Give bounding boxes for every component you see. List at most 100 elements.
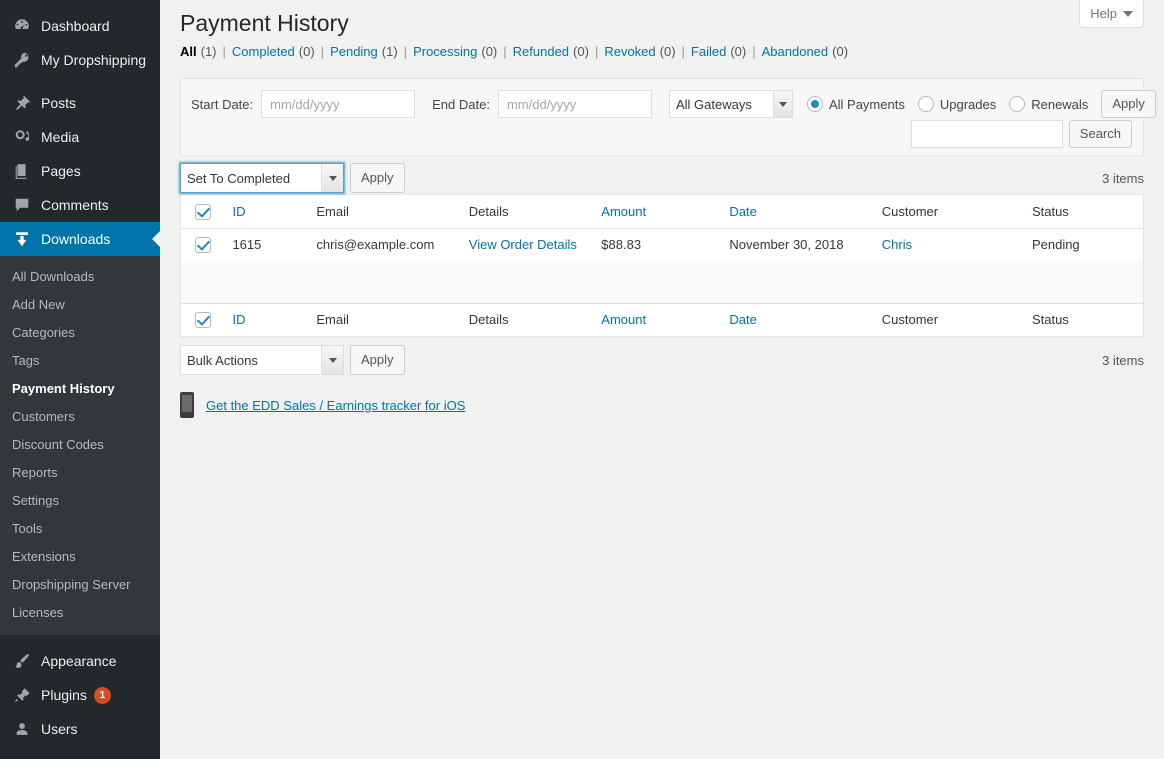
sort-link-id-footer[interactable]: ID [232,312,245,327]
sidebar-item-plugins[interactable]: Plugins 1 [0,678,160,712]
column-footer-id: ID [222,302,307,337]
status-filter-processing: Processing (0) | [413,42,513,62]
status-filter-link[interactable]: Abandoned [762,42,829,62]
pages-icon [12,161,32,181]
submenu-item-discount-codes[interactable]: Discount Codes [0,431,160,459]
edd-ios-tracker-link[interactable]: Get the EDD Sales / Earnings tracker for… [206,398,465,413]
sidebar-item-label: Comments [41,197,109,213]
sidebar-item-appearance[interactable]: Appearance [0,644,160,678]
submenu-item-add-new[interactable]: Add New [0,291,160,319]
submenu-item-licenses[interactable]: Licenses [0,599,160,627]
main-content: Help Payment History All (1) | Completed… [160,0,1164,759]
row-checkbox[interactable] [195,237,211,254]
status-filter-link[interactable]: Processing [413,42,477,62]
empty-cell [180,261,223,304]
comment-icon [12,195,32,215]
end-date-input[interactable] [497,90,652,118]
sort-link-date-footer[interactable]: Date [729,312,756,327]
sort-link-id[interactable]: ID [232,204,245,219]
bulk-action-select-wrapper-bottom: Bulk Actions [180,345,344,376]
radio-label: All Payments [828,96,905,112]
submenu-item-payment-history[interactable]: Payment History [0,375,160,403]
submenu-item-categories[interactable]: Categories [0,319,160,347]
media-icon [12,127,32,147]
submenu-item-tags[interactable]: Tags [0,347,160,375]
status-filter-count: (0) [730,44,747,59]
search-button[interactable]: Search [1068,120,1132,148]
sort-link-amount-footer[interactable]: Amount [601,312,646,327]
table-row[interactable]: 1615 chris@example.com View Order Detail… [181,228,1144,261]
customer-link[interactable]: Chris [882,237,912,252]
status-filter-link[interactable]: Revoked [604,42,655,62]
status-filter-count: (0) [659,44,676,59]
status-filter-count: (1) [200,44,217,59]
column-footer-amount: Amount [591,302,720,337]
submenu-item-all-downloads[interactable]: All Downloads [0,263,160,291]
help-tab-button[interactable]: Help [1079,0,1144,28]
sidebar-item-posts[interactable]: Posts [0,86,160,120]
submenu-item-customers[interactable]: Customers [0,403,160,431]
submenu-item-reports[interactable]: Reports [0,459,160,487]
sidebar-item-users[interactable]: Users [0,712,160,746]
sort-link-date[interactable]: Date [729,204,756,219]
status-filter-link[interactable]: Pending [330,42,378,62]
edd-ios-promo: Get the EDD Sales / Earnings tracker for… [180,392,1144,419]
status-filter-link[interactable]: All [180,42,197,62]
sidebar-item-label: Users [41,721,78,737]
sidebar-top-spacer [0,0,160,9]
sidebar-item-dashboard[interactable]: Dashboard [0,9,160,43]
separator: | [320,44,325,59]
status-filter-link[interactable]: Refunded [513,42,569,62]
items-count-bottom: 3 items [1102,352,1144,368]
sort-link-amount[interactable]: Amount [601,204,646,219]
sidebar-item-label: My Dropshipping [41,52,147,68]
start-date-input[interactable] [261,90,416,118]
submenu-item-extensions[interactable]: Extensions [0,543,160,571]
radio-item-all-payments[interactable]: All Payments [806,96,915,112]
submenu-item-dropshipping-server[interactable]: Dropshipping Server [0,571,160,599]
key-icon [12,50,32,70]
submenu-item-tools[interactable]: Tools [0,515,160,543]
bulk-action-select-top[interactable]: Set To Completed [180,163,344,193]
status-filter-link[interactable]: Completed [232,42,295,62]
select-all-footer [180,302,223,337]
bulk-apply-button-bottom[interactable]: Apply [350,345,405,376]
status-filter-abandoned: Abandoned (0) [762,42,848,62]
sidebar-item-pages[interactable]: Pages [0,154,160,188]
sidebar-item-downloads[interactable]: Downloads [0,222,160,256]
radio-all-payments[interactable] [806,96,823,112]
sidebar-item-media[interactable]: Media [0,120,160,154]
select-all-checkbox-bottom[interactable] [195,312,211,329]
cell-status: Pending [1031,237,1080,253]
bulk-action-select-bottom[interactable]: Bulk Actions [180,345,344,376]
submenu-item-settings[interactable]: Settings [0,487,160,515]
select-all-header [180,194,223,229]
tablenav-bottom: Bulk Actions Apply 3 items [180,344,1144,376]
bulk-apply-button-top[interactable]: Apply [350,163,405,193]
radio-renewals[interactable] [1009,96,1026,112]
cell-date: November 30, 2018 [729,237,844,253]
sidebar-item-label: Pages [41,163,81,179]
table-head: ID Email Details Amount Date Customer St… [180,194,1144,229]
radio-upgrades[interactable] [917,96,934,112]
search-input[interactable] [910,120,1063,148]
status-filter-link[interactable]: Failed [691,42,726,62]
cell-email: chris@example.com [316,237,435,253]
status-filter-revoked: Revoked (0) | [604,42,691,62]
download-icon [12,229,32,249]
filter-row: Start Date: End Date: All Gateways All P… [191,90,1156,118]
gateway-select[interactable]: All Gateways [668,90,793,118]
status-filter-refunded: Refunded (0) | [513,42,605,62]
sidebar-item-my-dropshipping[interactable]: My Dropshipping [0,43,160,77]
select-all-checkbox-top[interactable] [195,203,211,220]
radio-item-upgrades[interactable]: Upgrades [917,96,1006,112]
radio-label: Renewals [1031,96,1089,112]
filter-apply-button[interactable]: Apply [1101,90,1156,118]
view-order-details-link[interactable]: View Order Details [469,237,577,252]
sidebar-item-comments[interactable]: Comments [0,188,160,222]
payment-mode-radio-group: All Payments Upgrades Renewals [806,96,1101,112]
mobile-phone-icon [180,392,194,419]
column-header-customer: Customer [871,194,1022,229]
radio-item-renewals[interactable]: Renewals [1009,96,1098,112]
pin-icon [12,93,32,113]
